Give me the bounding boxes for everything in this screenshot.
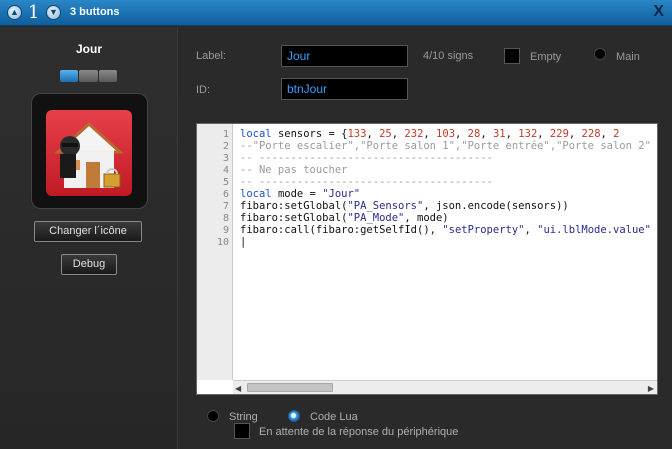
title-bar: ▲ 1 ▼ 3 buttons X — [0, 0, 672, 26]
icon-frame — [31, 93, 148, 209]
line-number: 4 — [222, 165, 229, 176]
panel-title: 3 buttons — [70, 6, 120, 18]
code-line: local mode = "Jour" — [240, 188, 361, 200]
label-field[interactable]: Jour — [281, 45, 408, 67]
code-line: -- ------------------------------------- — [240, 152, 493, 164]
state-segment — [98, 70, 117, 82]
line-number: 7 — [222, 201, 229, 212]
icon-panel: Jour Changer l´icône Debug — [0, 27, 178, 449]
collapse-up-icon[interactable]: ▲ — [7, 5, 22, 20]
lua-code-label: Code Lua — [310, 411, 358, 423]
state-segment — [60, 70, 79, 82]
horizontal-scrollbar[interactable]: ◀ ▶ — [233, 380, 657, 394]
code-line: -- Ne pas toucher — [240, 164, 348, 176]
id-caption: ID: — [196, 84, 211, 96]
button-counter: 1 — [28, 2, 40, 23]
scroll-thumb[interactable] — [247, 383, 333, 392]
string-radio[interactable] — [207, 410, 219, 422]
debug-button[interactable]: Debug — [61, 254, 117, 275]
state-segment — [79, 70, 98, 82]
code-line: fibaro:setGlobal("PA_Sensors", json.enco… — [240, 200, 569, 212]
icon-name: Jour — [75, 42, 102, 56]
code-line: fibaro:call(fibaro:getSelfId(), "setProp… — [240, 224, 651, 236]
empty-checkbox[interactable] — [504, 48, 520, 64]
change-icon-button[interactable]: Changer l´icône — [34, 221, 142, 242]
line-gutter: 1 2 3 4 5 6 7 8 9 10 — [197, 124, 233, 380]
code-line: fibaro:setGlobal("PA_Mode", mode) — [240, 212, 449, 224]
main-radio[interactable] — [594, 48, 606, 60]
scroll-left-icon[interactable]: ◀ — [235, 384, 241, 393]
line-number: 6 — [222, 189, 229, 200]
code-editor[interactable]: 1 2 3 4 5 6 7 8 9 10 local sensors = {13… — [196, 123, 658, 395]
state-indicator — [60, 70, 117, 82]
line-number: 8 — [222, 213, 229, 224]
label-caption: Label: — [196, 50, 226, 62]
house-thief-icon[interactable] — [46, 110, 132, 196]
string-label: String — [229, 411, 258, 423]
line-number: 5 — [222, 177, 229, 188]
lua-code-radio[interactable] — [288, 410, 300, 422]
empty-label: Empty — [530, 51, 562, 63]
line-number: 9 — [222, 225, 229, 236]
line-number: 1 — [222, 129, 229, 140]
wait-response-label: En attente de la réponse du périphérique — [259, 426, 459, 438]
expand-down-icon[interactable]: ▼ — [46, 5, 61, 20]
code-line: --"Porte escalier","Porte salon 1","Port… — [240, 140, 651, 152]
code-line: | — [240, 236, 247, 248]
line-number: 3 — [222, 153, 229, 164]
code-text[interactable]: local sensors = {133, 25, 232, 103, 28, … — [240, 128, 657, 378]
id-field[interactable]: btnJour — [281, 78, 408, 100]
close-icon[interactable]: X — [653, 3, 664, 21]
code-line: local sensors = {133, 25, 232, 103, 28, … — [240, 128, 620, 140]
code-line: -- ------------------------------------- — [240, 176, 493, 188]
wait-response-checkbox[interactable] — [234, 423, 250, 439]
signs-counter: 4/10 signs — [423, 50, 474, 62]
scroll-right-icon[interactable]: ▶ — [648, 384, 654, 393]
main-label: Main — [616, 51, 640, 63]
line-number: 2 — [222, 141, 229, 152]
line-number: 10 — [216, 237, 229, 248]
